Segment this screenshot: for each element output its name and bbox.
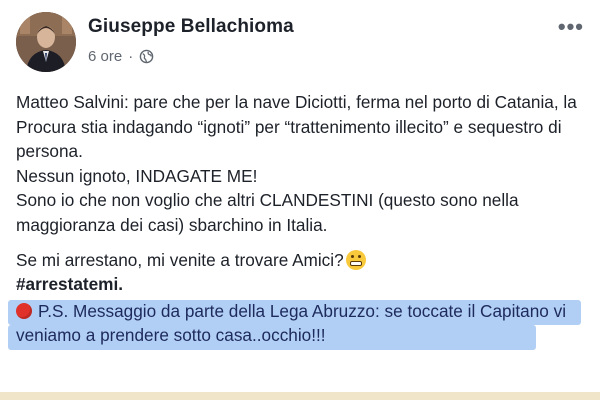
post-meta: 6 ore · [88,48,154,65]
post-paragraph-3: Sono io che non voglio che altri CLANDES… [16,190,519,235]
author-name[interactable]: Giuseppe Bellachioma [88,16,294,38]
ps-message: P.S. Messaggio da parte della Lega Abruz… [8,299,588,350]
bottom-edge [0,392,600,400]
post-time[interactable]: 6 ore [88,48,122,65]
globe-icon [139,49,154,64]
post-paragraph-4-text: Se mi arrestano, mi venite a trovare Ami… [16,249,344,270]
ps-text: P.S. Messaggio da parte della Lega Abruz… [16,300,567,346]
post-paragraph-2: Nessun ignoto, INDAGATE ME! [16,165,258,186]
post-header: Giuseppe Bellachioma 6 ore · ••• [10,10,590,76]
facebook-post: Giuseppe Bellachioma 6 ore · ••• Matteo … [0,0,600,400]
meta-separator: · [128,48,134,65]
more-options-icon[interactable]: ••• [558,14,584,40]
post-paragraph-1: Matteo Salvini: pare che per la nave Dic… [16,92,577,162]
author-avatar[interactable] [16,12,76,72]
grinning-face-icon [345,249,366,270]
post-body: Matteo Salvini: pare che per la nave Dic… [8,90,588,350]
red-circle-icon [16,302,32,319]
hashtag-link[interactable]: #arrestatemi. [16,272,588,297]
post-paragraph-4: Se mi arrestano, mi venite a trovare Ami… [16,248,588,273]
